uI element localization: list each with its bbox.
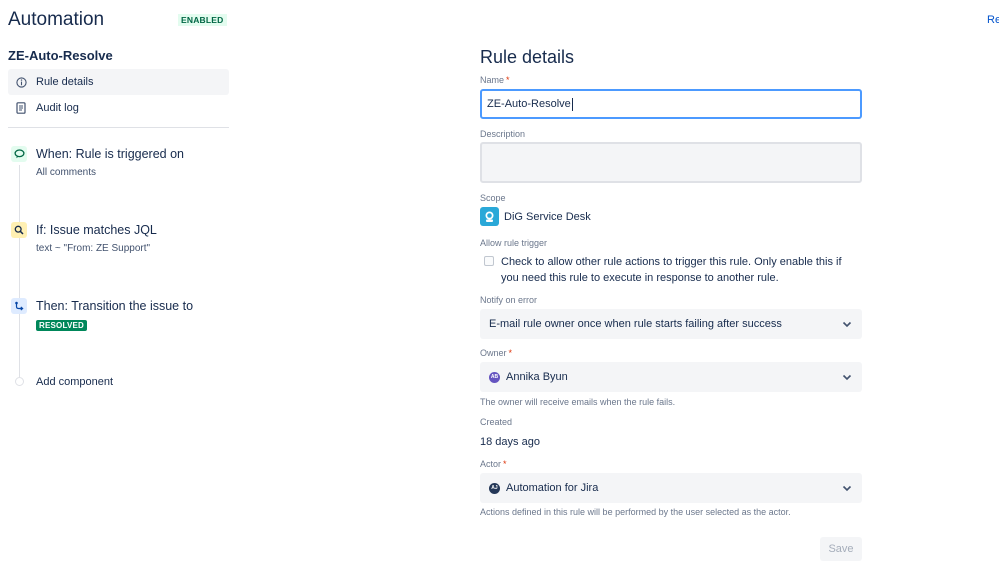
created-value: 18 days ago [480, 436, 540, 448]
scope-value: DiG Service Desk [480, 207, 591, 226]
notify-select[interactable]: E-mail rule owner once when rule starts … [480, 309, 862, 339]
condition-title[interactable]: If: Issue matches JQL [36, 223, 157, 237]
condition-subtitle: text ~ "From: ZE Support" [36, 243, 151, 254]
add-component-button[interactable]: Add component [36, 376, 113, 388]
notify-label: Notify on error [480, 295, 538, 305]
chevron-down-icon [842, 485, 852, 492]
description-label: Description [480, 129, 526, 139]
scope-label: Scope [480, 193, 506, 203]
scope-project-name: DiG Service Desk [504, 210, 591, 223]
trigger-title[interactable]: When: Rule is triggered on [36, 147, 184, 161]
trigger-subtitle: All comments [36, 167, 97, 178]
document-icon [15, 102, 27, 114]
owner-select-value: Annika Byun [506, 371, 568, 383]
nav-label: Rule details [36, 76, 94, 88]
allow-trigger-checkbox[interactable] [484, 256, 494, 266]
top-right-link[interactable]: Re [987, 14, 999, 26]
form-title: Rule details [480, 47, 575, 67]
avatar: AB [489, 371, 500, 383]
add-component-dot-icon [15, 377, 24, 386]
created-label: Created [480, 417, 513, 427]
save-button[interactable]: Save [820, 537, 862, 561]
allow-trigger-text: Check to allow other rule actions to tri… [501, 256, 842, 284]
nav-audit-log[interactable]: Audit log [8, 95, 229, 121]
nav-rule-details[interactable]: Rule details [8, 69, 229, 95]
transition-icon [11, 298, 27, 314]
info-icon [15, 76, 27, 88]
notify-select-value: E-mail rule owner once when rule starts … [489, 318, 782, 330]
actor-helper-text: Actions defined in this rule will be per… [480, 507, 791, 517]
actor-label: Actor * [480, 459, 507, 469]
owner-label: Owner * [480, 348, 513, 358]
sidebar-divider [8, 127, 229, 128]
status-badge: ENABLED [178, 14, 227, 26]
description-input[interactable] [480, 142, 862, 183]
page-title: Automation [8, 9, 105, 30]
actor-select[interactable]: AJ Automation for Jira [480, 473, 862, 503]
name-input-value: ZE-Auto-Resolve [487, 98, 571, 110]
resolved-status-badge: RESOLVED [36, 320, 88, 331]
owner-helper-text: The owner will receive emails when the r… [480, 397, 676, 407]
comment-trigger-icon [11, 146, 27, 162]
allow-trigger-label: Allow rule trigger [480, 238, 548, 248]
flow-connector-line [19, 165, 20, 377]
project-avatar-icon [480, 207, 499, 226]
name-input[interactable]: ZE-Auto-Resolve [480, 89, 862, 119]
chevron-down-icon [842, 374, 852, 381]
name-label: Name * [480, 75, 510, 85]
nav-label: Audit log [36, 102, 79, 114]
action-title[interactable]: Then: Transition the issue to [36, 299, 193, 313]
text-caret [571, 97, 573, 111]
owner-select[interactable]: AB Annika Byun [480, 362, 862, 392]
avatar: AJ [489, 482, 500, 494]
search-icon [11, 222, 27, 238]
chevron-down-icon [842, 321, 852, 328]
actor-select-value: Automation for Jira [506, 482, 599, 494]
rule-name-heading: ZE-Auto-Resolve [8, 48, 113, 63]
